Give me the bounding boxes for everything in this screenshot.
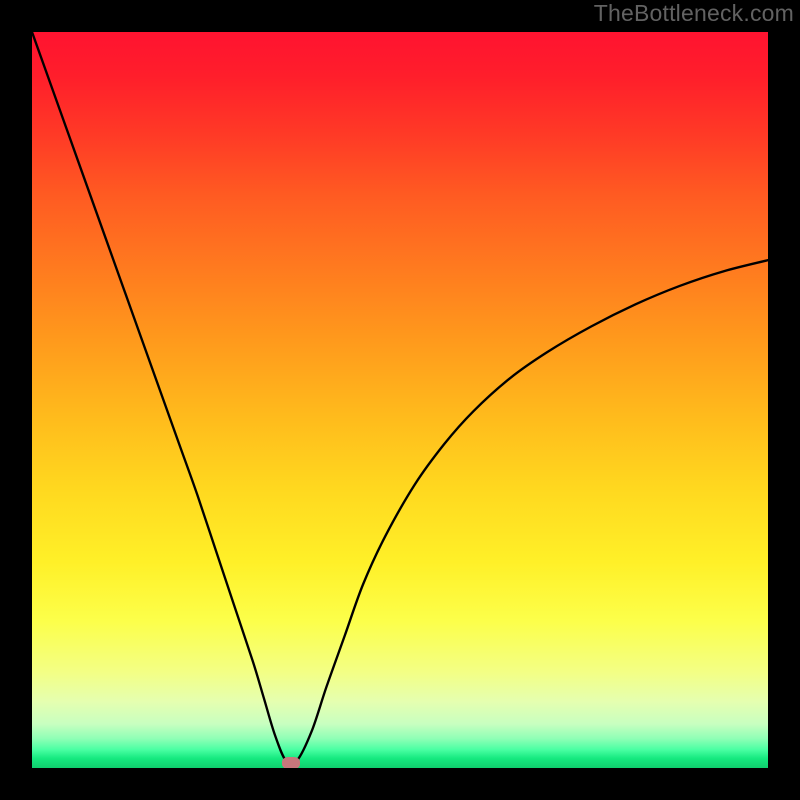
watermark-text: TheBottleneck.com bbox=[594, 0, 794, 27]
plot-area bbox=[32, 32, 768, 768]
chart-stage: TheBottleneck.com bbox=[0, 0, 800, 800]
bottleneck-curve bbox=[32, 32, 768, 768]
optimum-marker bbox=[282, 757, 300, 768]
curve-path bbox=[32, 32, 768, 764]
